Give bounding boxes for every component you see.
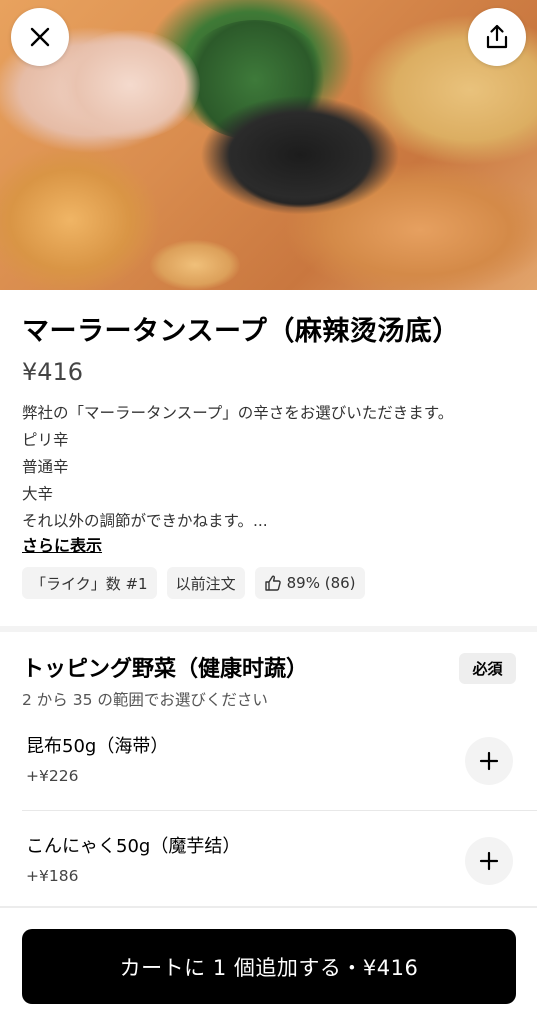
close-icon xyxy=(30,27,50,47)
add-to-cart-button[interactable]: カートに 1 個追加する・¥416 xyxy=(22,929,516,1004)
ordered-before-label: 以前注文 xyxy=(175,574,236,593)
bottom-bar-divider xyxy=(0,906,537,908)
section-divider xyxy=(0,626,537,632)
likes-rank-badge: 「ライク」数 #1 xyxy=(22,567,157,599)
description-line: ピリ辛 xyxy=(22,431,69,449)
options-section-subtitle: 2 から 35 の範囲でお選びください xyxy=(22,691,268,709)
item-description: 弊社の「マーラータンスープ」の辛さをお選びいただきます。 ピリ辛 普通辛 大辛 … xyxy=(22,400,522,535)
description-line: 弊社の「マーラータンスープ」の辛さをお選びいただきます。 xyxy=(22,404,454,422)
required-badge: 必須 xyxy=(459,653,516,684)
item-title: マーラータンスープ（麻辣烫汤底） xyxy=(22,316,460,347)
share-icon xyxy=(486,24,508,49)
option-item[interactable]: 昆布50g（海带） +¥226 xyxy=(0,726,537,822)
plus-icon xyxy=(479,751,499,771)
close-button[interactable] xyxy=(11,8,69,66)
add-option-button[interactable] xyxy=(465,737,513,785)
option-price: +¥186 xyxy=(26,867,79,885)
add-option-button[interactable] xyxy=(465,837,513,885)
option-name: こんにゃく50g（魔芋结） xyxy=(26,836,241,857)
item-badges: 「ライク」数 #1 以前注文 89% (86) xyxy=(22,567,365,599)
item-price: ¥416 xyxy=(22,358,84,386)
rating-badge: 89% (86) xyxy=(254,567,365,599)
description-line: それ以外の調節ができかねます。... xyxy=(22,512,268,530)
share-button[interactable] xyxy=(468,8,526,66)
rating-label: 89% (86) xyxy=(286,574,356,592)
description-line: 普通辛 xyxy=(22,458,69,476)
likes-rank-label: 「ライク」数 #1 xyxy=(31,574,148,593)
options-section-title: トッピング野菜（健康时蔬） xyxy=(22,657,309,682)
option-divider xyxy=(22,810,537,811)
thumbs-up-icon xyxy=(264,575,281,591)
item-photo xyxy=(0,0,537,290)
option-name: 昆布50g（海带） xyxy=(26,736,169,757)
option-price: +¥226 xyxy=(26,767,79,785)
description-line: 大辛 xyxy=(22,485,54,503)
plus-icon xyxy=(479,851,499,871)
ordered-before-badge: 以前注文 xyxy=(166,567,245,599)
show-more-link[interactable]: さらに表示 xyxy=(22,534,102,558)
